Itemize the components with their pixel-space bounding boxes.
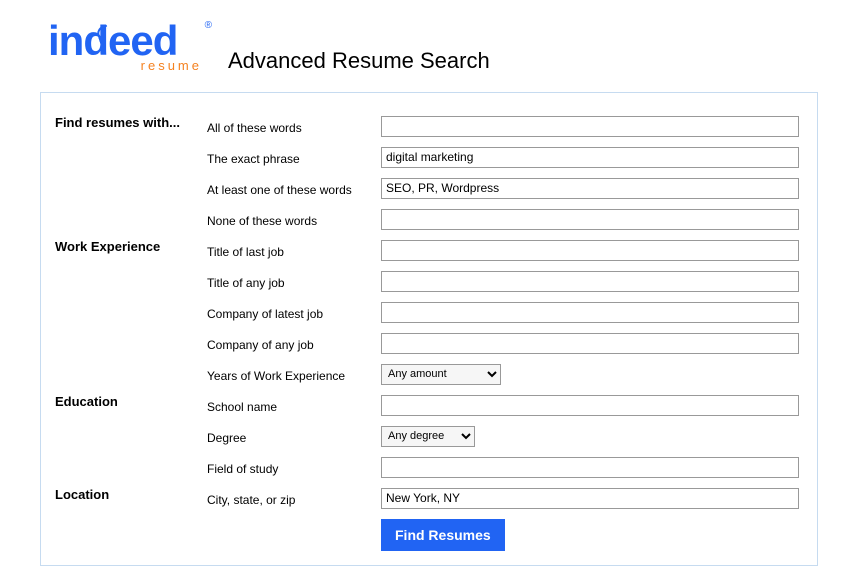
label-years-experience: Years of Work Experience	[207, 365, 381, 383]
label-company-latest: Company of latest job	[207, 303, 381, 321]
input-company-any[interactable]	[381, 333, 799, 354]
section-education: Education	[55, 390, 207, 409]
section-location: Location	[55, 483, 207, 502]
label-none-words: None of these words	[207, 210, 381, 228]
label-school-name: School name	[207, 396, 381, 414]
search-form: Find resumes with... All of these words …	[40, 92, 818, 566]
input-school-name[interactable]	[381, 395, 799, 416]
logo-registered-icon: ®	[205, 20, 212, 31]
input-field-of-study[interactable]	[381, 457, 799, 478]
indeed-logo: indeed resume ®	[48, 20, 208, 78]
label-field-of-study: Field of study	[207, 458, 381, 476]
label-degree: Degree	[207, 427, 381, 445]
input-at-least-one[interactable]	[381, 178, 799, 199]
label-city-state-zip: City, state, or zip	[207, 489, 381, 507]
select-degree[interactable]: Any degree	[381, 426, 475, 447]
input-title-last[interactable]	[381, 240, 799, 261]
input-all-words[interactable]	[381, 116, 799, 137]
input-company-latest[interactable]	[381, 302, 799, 323]
label-title-last: Title of last job	[207, 241, 381, 259]
label-all-words: All of these words	[207, 117, 381, 135]
select-years-experience[interactable]: Any amount	[381, 364, 501, 385]
input-city-state-zip[interactable]	[381, 488, 799, 509]
find-resumes-button[interactable]: Find Resumes	[381, 519, 505, 551]
label-exact-phrase: The exact phrase	[207, 148, 381, 166]
page-title: Advanced Resume Search	[228, 48, 490, 78]
input-none-words[interactable]	[381, 209, 799, 230]
input-exact-phrase[interactable]	[381, 147, 799, 168]
logo-main-text: indeed	[48, 20, 208, 62]
page-header: indeed resume ® Advanced Resume Search	[0, 12, 858, 86]
section-work-experience: Work Experience	[55, 235, 207, 254]
input-title-any[interactable]	[381, 271, 799, 292]
label-title-any: Title of any job	[207, 272, 381, 290]
section-find-resumes: Find resumes with...	[55, 111, 207, 130]
label-company-any: Company of any job	[207, 334, 381, 352]
label-at-least-one: At least one of these words	[207, 179, 381, 197]
